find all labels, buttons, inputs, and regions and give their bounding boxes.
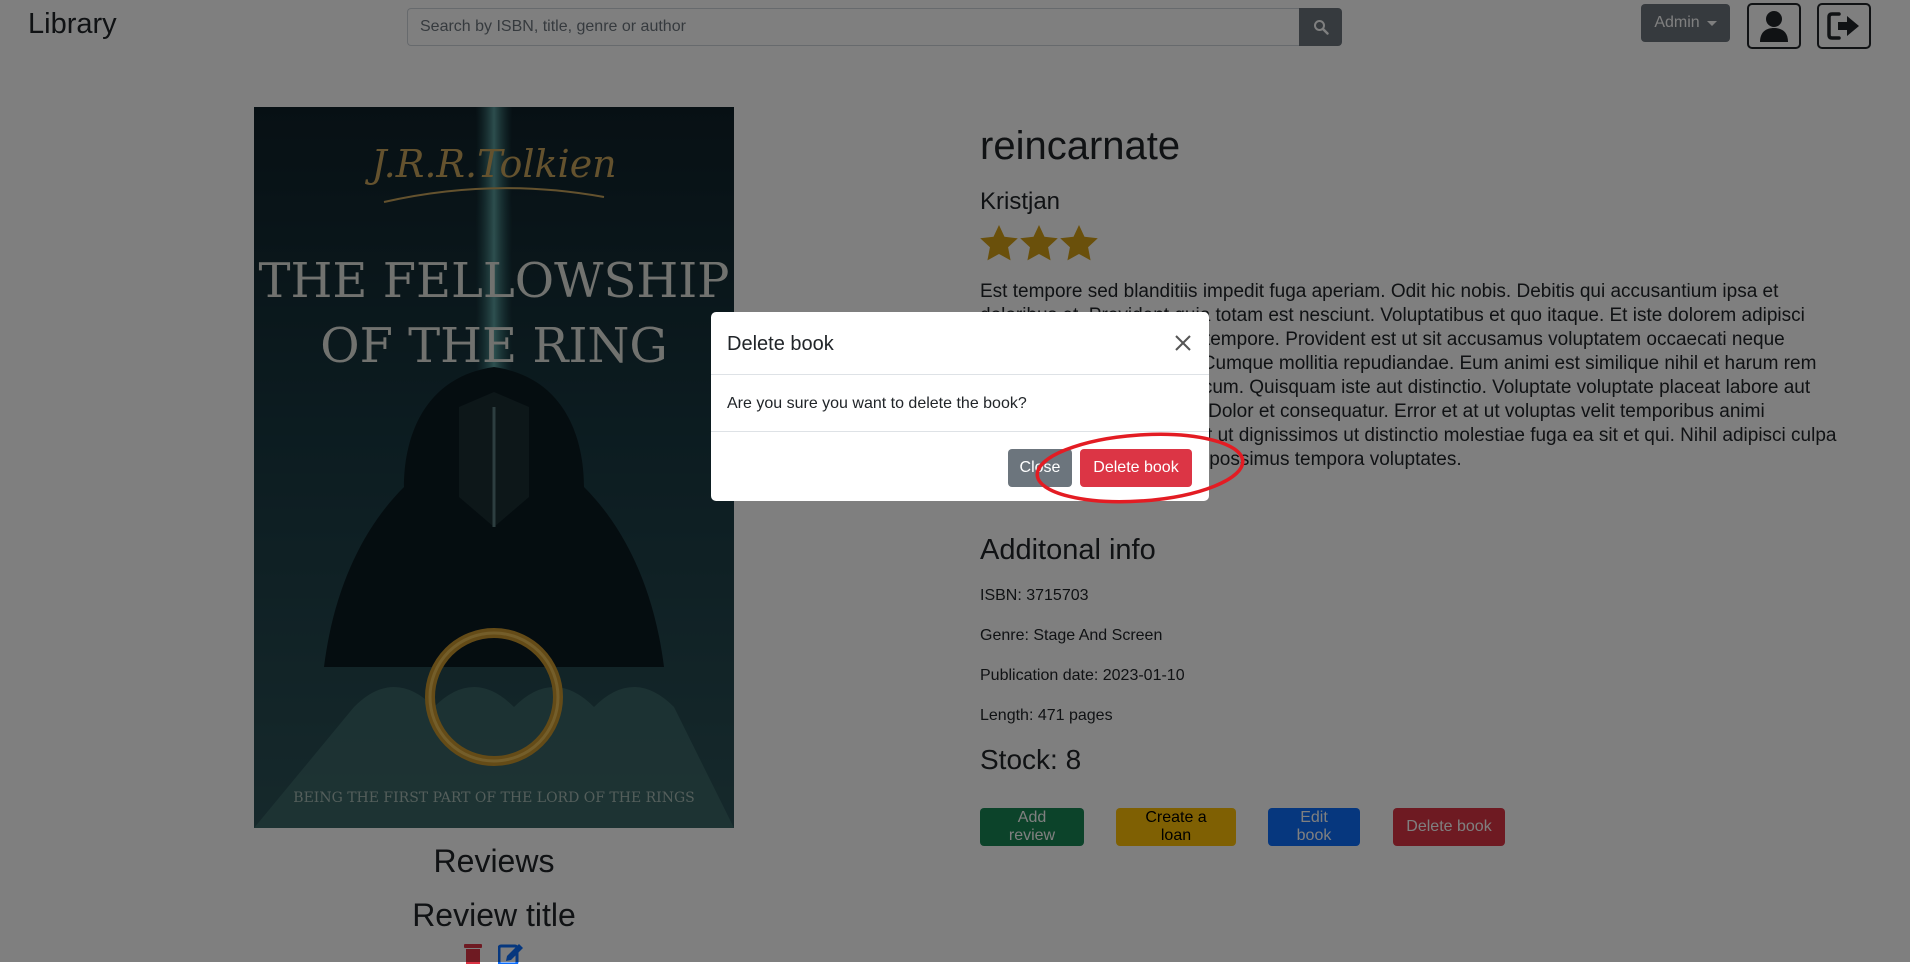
close-icon [1175,335,1191,351]
modal-cancel-button[interactable]: Close [1008,449,1072,487]
delete-book-modal: Delete book Are you sure you want to del… [711,312,1209,501]
modal-close-button[interactable] [1171,331,1195,355]
modal-body: Are you sure you want to delete the book… [727,395,1027,412]
modal-footer: Close Delete book [711,431,1209,501]
modal-header: Delete book [711,312,1209,375]
modal-title: Delete book [727,333,834,355]
book-details-page: Library Admin [0,0,1910,964]
confirm-delete-button[interactable]: Delete book [1080,449,1192,487]
